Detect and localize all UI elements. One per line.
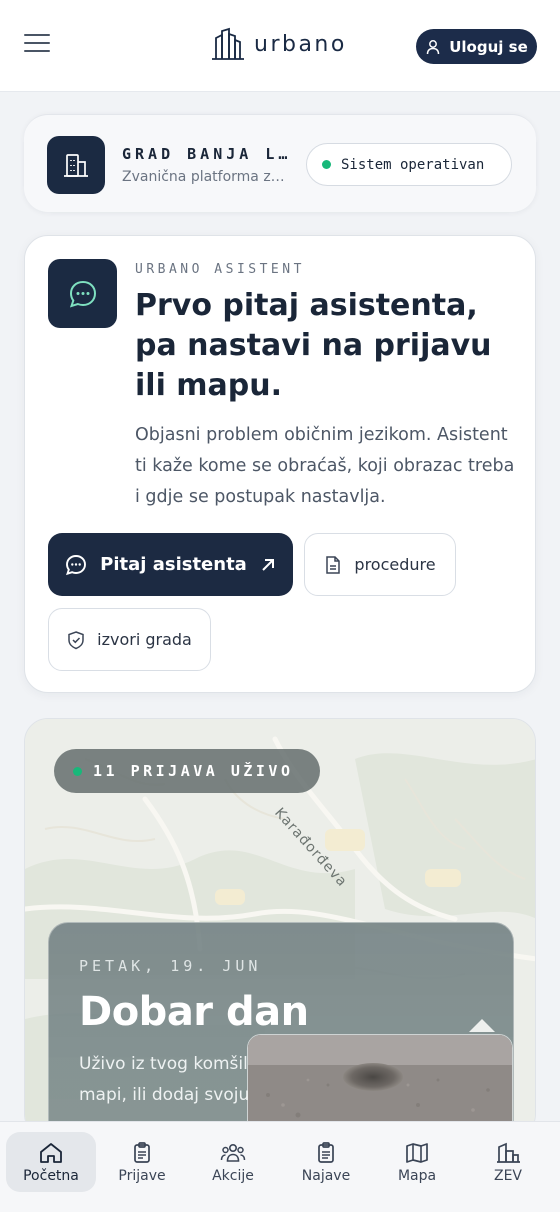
live-dot xyxy=(73,766,82,776)
nav-label: ZEV xyxy=(493,1167,522,1184)
arrow-up-right-icon xyxy=(262,558,274,571)
nav-item-zev[interactable]: ZEV xyxy=(463,1132,553,1192)
assistant-card: URBANO ASISTENT Prvo pitaj asistenta, pa… xyxy=(24,235,536,693)
city-sources-button[interactable]: izvori grada xyxy=(48,608,211,671)
nav-label: Prijave xyxy=(118,1167,166,1184)
login-button[interactable]: Uloguj se xyxy=(416,29,537,64)
nav-item-pocetna[interactable]: Početna xyxy=(6,1132,96,1192)
building-chart-icon xyxy=(497,1142,520,1163)
city-subtitle: Zvanična platforma z… xyxy=(122,169,285,185)
greeting-date: PETAK, 19. JUN xyxy=(79,957,262,975)
procedures-button[interactable]: procedure xyxy=(304,533,456,596)
user-icon xyxy=(426,39,440,54)
assistant-kicker: URBANO ASISTENT xyxy=(135,262,305,277)
logo-buildings-icon xyxy=(212,27,244,60)
nav-label: Početna xyxy=(23,1167,79,1184)
ask-assistant-button[interactable]: Pitaj asistenta xyxy=(48,533,293,596)
system-status-badge: Sistem operativan xyxy=(306,143,512,186)
assistant-title: Prvo pitaj asistenta, pa nastavi na prij… xyxy=(135,288,492,403)
photo-notch xyxy=(469,1019,495,1032)
map-icon xyxy=(406,1142,428,1163)
logo-text: urbano xyxy=(254,31,347,57)
clipboard-list-icon xyxy=(318,1141,334,1163)
chat-bubble-icon xyxy=(48,259,117,328)
ask-assistant-label: Pitaj asistenta xyxy=(100,554,247,575)
top-header: urbano Uloguj se xyxy=(0,0,560,92)
logo[interactable]: urbano xyxy=(210,26,347,62)
live-reports-label: 11 PRIJAVA UŽIVO xyxy=(93,762,294,780)
city-card[interactable]: GRAD BANJA L… Zvanična platforma z… Sist… xyxy=(24,114,536,212)
nav-label: Akcije xyxy=(212,1167,254,1184)
login-label: Uloguj se xyxy=(449,37,528,56)
clipboard-icon xyxy=(134,1141,150,1163)
status-text: Sistem operativan xyxy=(341,156,485,173)
assistant-description: Objasni problem običnim jezikom. Asisten… xyxy=(135,425,515,507)
city-sources-label: izvori grada xyxy=(97,630,192,649)
hamburger-menu-icon[interactable] xyxy=(24,34,50,56)
status-dot xyxy=(322,160,331,169)
procedures-label: procedure xyxy=(354,555,436,574)
live-map-card[interactable]: 11 PRIJAVA UŽIVO Karađorđeva PETAK, 19. … xyxy=(24,718,536,1138)
nav-item-mapa[interactable]: Mapa xyxy=(372,1132,462,1192)
people-icon xyxy=(220,1143,246,1162)
document-icon xyxy=(326,555,341,574)
city-building-icon xyxy=(47,136,105,194)
nav-label: Najave xyxy=(301,1167,351,1184)
shield-check-icon xyxy=(68,630,84,649)
city-name: GRAD BANJA L… xyxy=(122,145,292,163)
live-reports-badge[interactable]: 11 PRIJAVA UŽIVO xyxy=(54,749,320,793)
home-icon xyxy=(40,1142,62,1163)
nav-item-najave[interactable]: Najave xyxy=(281,1132,371,1192)
bottom-navigation: Početna Prijave Akcije Najave Mapa ZEV xyxy=(0,1121,560,1212)
nav-item-prijave[interactable]: Prijave xyxy=(97,1132,187,1192)
nav-item-akcije[interactable]: Akcije xyxy=(188,1132,278,1192)
nav-label: Mapa xyxy=(397,1167,437,1184)
greeting-title: Dobar dan xyxy=(79,989,309,1035)
chat-icon xyxy=(66,554,87,575)
